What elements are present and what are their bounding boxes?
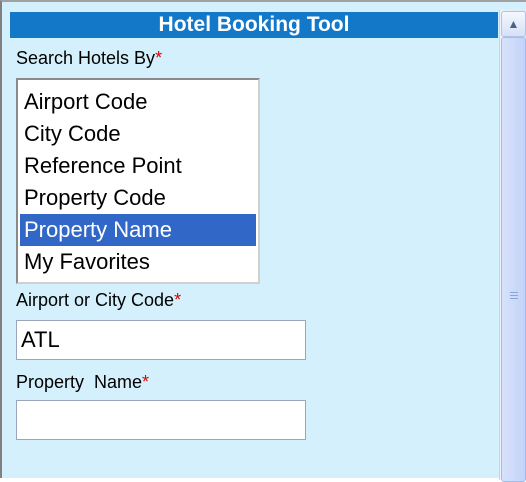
airport-city-code-text: Airport or City Code bbox=[16, 290, 175, 310]
search-hotels-by-label: Search Hotels By* bbox=[16, 48, 162, 69]
scroll-up-button[interactable]: ▲ bbox=[501, 11, 526, 37]
scroll-thumb[interactable] bbox=[501, 37, 526, 482]
list-item-city-code[interactable]: City Code bbox=[20, 118, 256, 150]
search-by-listbox[interactable]: Airport Code City Code Reference Point P… bbox=[16, 78, 260, 284]
list-item-my-favorites[interactable]: My Favorites bbox=[20, 246, 256, 278]
list-item-airport-code[interactable]: Airport Code bbox=[20, 86, 256, 118]
grip-line-icon bbox=[510, 298, 518, 299]
property-name-label: Property Name* bbox=[16, 372, 149, 393]
search-hotels-by-text: Search Hotels By bbox=[16, 48, 156, 68]
grip-line-icon bbox=[510, 295, 518, 296]
chevron-up-icon: ▲ bbox=[507, 17, 520, 31]
window-title: Hotel Booking Tool bbox=[10, 12, 498, 38]
required-asterisk: * bbox=[142, 372, 150, 392]
property-name-text: Property Name bbox=[16, 372, 143, 392]
grip-line-icon bbox=[510, 292, 518, 293]
airport-city-code-label: Airport or City Code* bbox=[16, 290, 181, 311]
hotel-booking-window: Hotel Booking Tool Search Hotels By* Air… bbox=[0, 0, 526, 482]
list-item-reference-point[interactable]: Reference Point bbox=[20, 150, 256, 182]
vertical-scrollbar[interactable]: ▲ bbox=[499, 10, 526, 482]
list-item-property-name[interactable]: Property Name bbox=[20, 214, 256, 246]
required-asterisk: * bbox=[155, 48, 163, 68]
property-name-input[interactable] bbox=[16, 400, 306, 440]
airport-city-code-input[interactable]: ATL bbox=[16, 320, 306, 360]
list-item-property-code[interactable]: Property Code bbox=[20, 182, 256, 214]
required-asterisk: * bbox=[174, 290, 182, 310]
